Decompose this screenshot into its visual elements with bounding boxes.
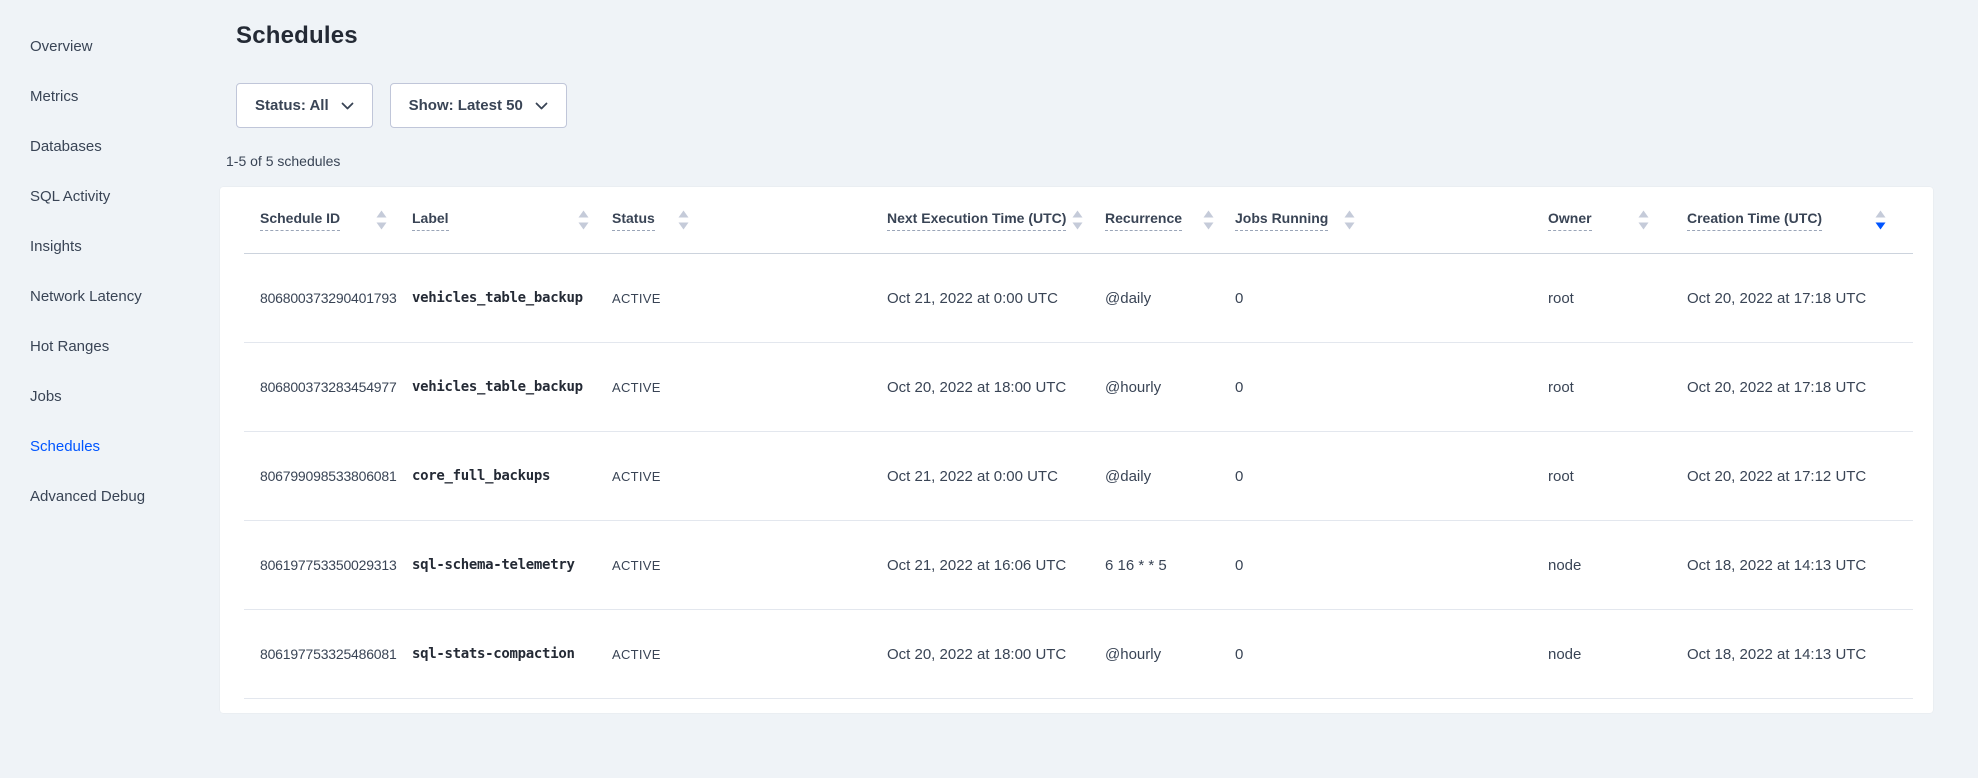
column-header-creation-time[interactable]: Creation Time (UTC) [1671,187,1913,253]
sort-icon[interactable] [1638,210,1649,230]
sidebar-item-network-latency[interactable]: Network Latency [30,271,145,321]
recurrence-cell: @daily [1089,468,1219,485]
next-execution-cell: Oct 20, 2022 at 18:00 UTC [871,379,1089,396]
sort-icon[interactable] [678,210,689,230]
owner-cell: node [1532,557,1671,574]
table-header-row: Schedule ID Label Status Next Execution … [244,187,1913,254]
owner-cell: root [1532,290,1671,307]
column-header-next-execution-time[interactable]: Next Execution Time (UTC) [871,187,1089,253]
results-count: 1-5 of 5 schedules [226,153,340,169]
filter-bar: Status: All Show: Latest 50 [236,83,567,128]
creation-time-cell: Oct 20, 2022 at 17:18 UTC [1671,379,1913,396]
status-cell: ACTIVE [596,647,871,662]
next-execution-cell: Oct 21, 2022 at 0:00 UTC [871,290,1089,307]
owner-cell: root [1532,379,1671,396]
next-execution-cell: Oct 21, 2022 at 0:00 UTC [871,468,1089,485]
schedule-label-cell: sql-stats-compaction [396,646,596,662]
column-header-label: Creation Time (UTC) [1687,210,1822,231]
schedule-id-cell: 806799098533806081 [244,468,396,484]
column-header-label: Jobs Running [1235,210,1328,231]
schedule-label-cell: sql-schema-telemetry [396,557,596,573]
sidebar-item-sql-activity[interactable]: SQL Activity [30,171,145,221]
table-row: 806800373283454977 vehicles_table_backup… [244,343,1913,432]
table-row: 806197753350029313 sql-schema-telemetry … [244,521,1913,610]
creation-time-cell: Oct 20, 2022 at 17:12 UTC [1671,468,1913,485]
status-filter-dropdown[interactable]: Status: All [236,83,373,128]
sidebar-item-metrics[interactable]: Metrics [30,71,145,121]
column-header-label: Schedule ID [260,210,340,231]
jobs-running-cell: 0 [1219,646,1532,663]
schedule-id-cell: 806800373283454977 [244,379,396,395]
column-header-label: Next Execution Time (UTC) [887,210,1066,231]
status-cell: ACTIVE [596,380,871,395]
sort-icon[interactable] [578,210,589,230]
recurrence-cell: @daily [1089,290,1219,307]
column-header-schedule-id[interactable]: Schedule ID [244,187,396,253]
status-cell: ACTIVE [596,469,871,484]
column-header-label: Status [612,210,655,231]
jobs-running-cell: 0 [1219,290,1532,307]
schedule-label-cell: core_full_backups [396,468,596,484]
sort-icon[interactable] [1072,210,1083,230]
sort-icon[interactable] [1344,210,1355,230]
creation-time-cell: Oct 18, 2022 at 14:13 UTC [1671,646,1913,663]
jobs-running-cell: 0 [1219,379,1532,396]
column-header-status[interactable]: Status [596,187,871,253]
sidebar-item-jobs[interactable]: Jobs [30,371,145,421]
sidebar-item-advanced-debug[interactable]: Advanced Debug [30,471,145,521]
schedule-id-cell: 806800373290401793 [244,290,396,306]
sort-icon[interactable] [1203,210,1214,230]
table-row: 806800373290401793 vehicles_table_backup… [244,254,1913,343]
sidebar: Overview Metrics Databases SQL Activity … [30,21,145,521]
table-row: 806197753325486081 sql-stats-compaction … [244,610,1913,699]
recurrence-cell: @hourly [1089,646,1219,663]
next-execution-cell: Oct 21, 2022 at 16:06 UTC [871,557,1089,574]
jobs-running-cell: 0 [1219,557,1532,574]
schedules-table-panel: Schedule ID Label Status Next Execution … [220,187,1933,713]
show-filter-dropdown[interactable]: Show: Latest 50 [390,83,567,128]
column-header-label: Label [412,210,449,231]
schedule-id-cell: 806197753325486081 [244,646,396,662]
owner-cell: node [1532,646,1671,663]
sort-icon[interactable] [376,210,387,230]
column-header-label: Owner [1548,210,1592,231]
column-header-recurrence[interactable]: Recurrence [1089,187,1219,253]
sidebar-item-overview[interactable]: Overview [30,21,145,71]
schedule-label-cell: vehicles_table_backup [396,290,596,306]
column-header-owner[interactable]: Owner [1532,187,1671,253]
creation-time-cell: Oct 20, 2022 at 17:18 UTC [1671,290,1913,307]
show-filter-label: Show: Latest 50 [409,97,523,114]
schedule-label-cell: vehicles_table_backup [396,379,596,395]
creation-time-cell: Oct 18, 2022 at 14:13 UTC [1671,557,1913,574]
schedule-id-cell: 806197753350029313 [244,557,396,573]
chevron-down-icon [535,102,548,110]
column-header-label[interactable]: Label [396,187,596,253]
recurrence-cell: 6 16 * * 5 [1089,557,1219,574]
column-header-jobs-running[interactable]: Jobs Running [1219,187,1532,253]
sidebar-item-databases[interactable]: Databases [30,121,145,171]
jobs-running-cell: 0 [1219,468,1532,485]
schedules-table: Schedule ID Label Status Next Execution … [244,187,1913,699]
next-execution-cell: Oct 20, 2022 at 18:00 UTC [871,646,1089,663]
status-cell: ACTIVE [596,558,871,573]
page-title: Schedules [236,22,358,50]
sidebar-item-schedules[interactable]: Schedules [30,421,145,471]
status-cell: ACTIVE [596,291,871,306]
owner-cell: root [1532,468,1671,485]
sidebar-item-insights[interactable]: Insights [30,221,145,271]
column-header-label: Recurrence [1105,210,1182,231]
status-filter-label: Status: All [255,97,329,114]
table-row: 806799098533806081 core_full_backups ACT… [244,432,1913,521]
chevron-down-icon [341,102,354,110]
sort-icon[interactable] [1875,210,1886,230]
sidebar-item-hot-ranges[interactable]: Hot Ranges [30,321,145,371]
recurrence-cell: @hourly [1089,379,1219,396]
